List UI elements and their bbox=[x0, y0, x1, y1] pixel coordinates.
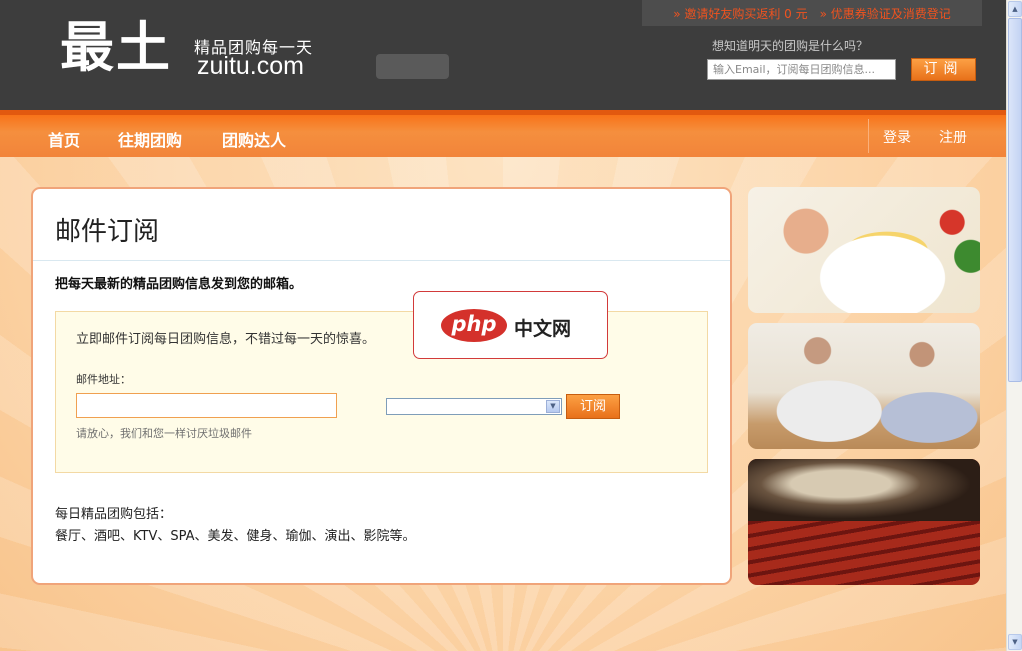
yoga-photo[interactable] bbox=[748, 323, 980, 449]
food-photo[interactable] bbox=[748, 187, 980, 313]
coupon-verify-link[interactable]: » 优惠券验证及消费登记 bbox=[820, 5, 951, 22]
subscribe-panel: 邮件订阅 把每天最新的精品团购信息发到您的邮箱。 立即邮件订阅每日团购信息，不错… bbox=[31, 187, 732, 585]
page-title: 邮件订阅 bbox=[55, 217, 160, 247]
header-email-input[interactable] bbox=[707, 59, 896, 80]
email-field[interactable] bbox=[76, 393, 337, 418]
nav-past-deals[interactable]: 往期团购 bbox=[118, 127, 182, 151]
subscribe-form-box: 立即邮件订阅每日团购信息，不错过每一天的惊喜。 邮件地址： ▼ 订阅 请放心，我… bbox=[55, 311, 708, 473]
watermark-badge: php 中文网 bbox=[413, 291, 608, 359]
login-link[interactable]: 登录 bbox=[883, 127, 911, 147]
title-divider bbox=[33, 260, 730, 261]
nav-home[interactable]: 首页 bbox=[48, 127, 80, 151]
theater-photo[interactable] bbox=[748, 459, 980, 585]
email-label: 邮件地址： bbox=[76, 373, 131, 386]
header-subscribe-button[interactable]: 订阅 bbox=[911, 58, 976, 81]
top-links-bar: » 邀请好友购买返利 0 元 » 优惠券验证及消费登记 bbox=[642, 0, 982, 26]
vertical-scrollbar[interactable]: ▲ ▼ bbox=[1006, 0, 1022, 651]
subscribe-question: 想知道明天的团购是什么吗？ bbox=[712, 39, 869, 53]
scroll-up-icon[interactable]: ▲ bbox=[1008, 1, 1022, 17]
form-intro: 立即邮件订阅每日团购信息，不错过每一天的惊喜。 bbox=[76, 332, 376, 347]
scroll-down-icon[interactable]: ▼ bbox=[1008, 634, 1022, 650]
nav-divider bbox=[868, 119, 869, 153]
register-link[interactable]: 注册 bbox=[939, 127, 967, 147]
includes-list: 餐厅、酒吧、KTV、SPA、美发、健身、瑜伽、演出、影院等。 bbox=[55, 529, 416, 544]
php-logo: php bbox=[441, 309, 507, 342]
scroll-thumb[interactable] bbox=[1008, 18, 1022, 382]
watermark-text: 中文网 bbox=[514, 318, 572, 340]
site-header: 最土 精品团购每一天 zuitu.com » 邀请好友购买返利 0 元 » 优惠… bbox=[0, 0, 1006, 110]
includes-title: 每日精品团购包括： bbox=[55, 507, 173, 522]
lead-text: 把每天最新的精品团购信息发到您的邮箱。 bbox=[55, 277, 303, 292]
city-select[interactable]: ▼ bbox=[386, 398, 562, 415]
subscribe-button[interactable]: 订阅 bbox=[566, 394, 620, 419]
chevron-down-icon[interactable]: ▼ bbox=[546, 400, 560, 413]
nav-experts[interactable]: 团购达人 bbox=[222, 127, 286, 151]
invite-link[interactable]: » 邀请好友购买返利 0 元 bbox=[673, 5, 807, 22]
logo-domain[interactable]: zuitu.com bbox=[197, 52, 304, 81]
privacy-note: 请放心，我们和您一样讨厌垃圾邮件 bbox=[76, 427, 252, 440]
logo-mark[interactable]: 最土 bbox=[60, 16, 172, 80]
city-switch-button[interactable] bbox=[376, 54, 449, 79]
main-nav: 首页 往期团购 团购达人 登录 注册 bbox=[0, 110, 1006, 157]
